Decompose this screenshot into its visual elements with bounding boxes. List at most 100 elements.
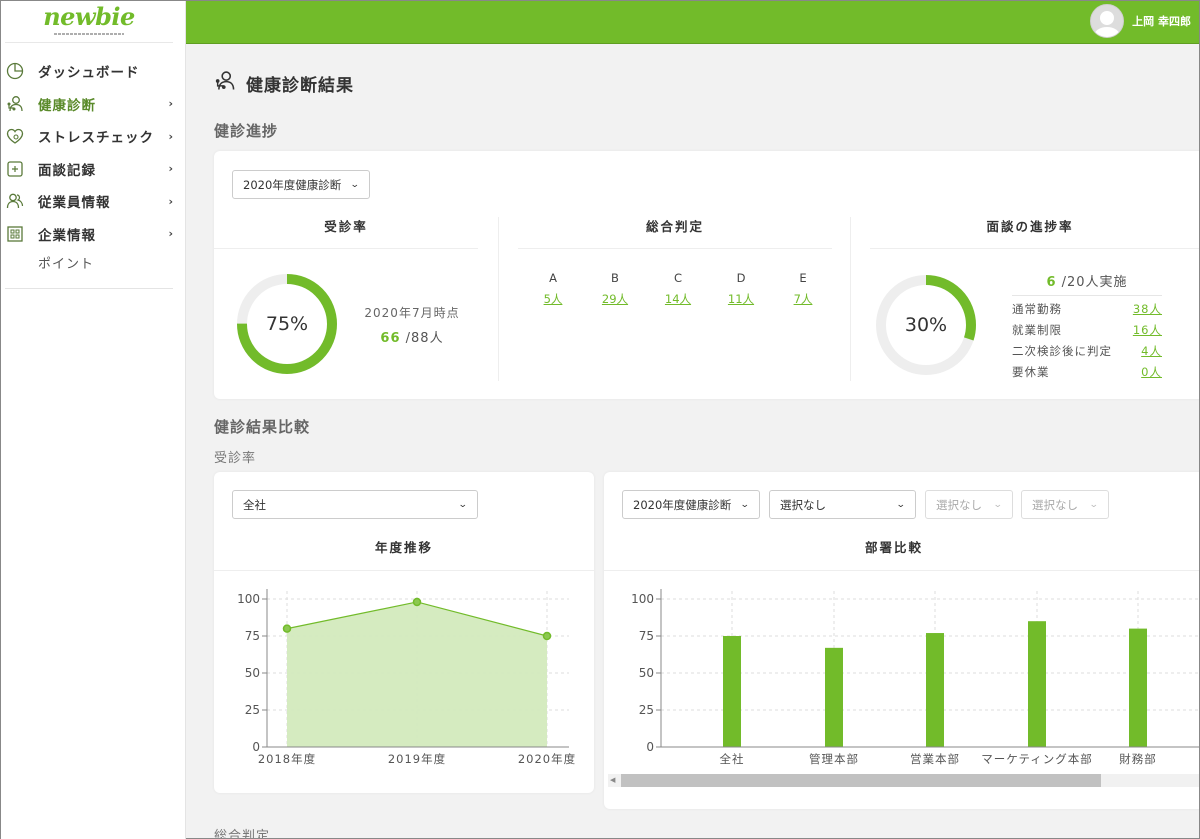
department-select-2[interactable]: 選択なし ⌄ bbox=[925, 490, 1013, 519]
sidebar-divider bbox=[5, 288, 173, 289]
grade-item-b: B 29人 bbox=[601, 271, 629, 306]
section-heading-progress: 健診進捗 bbox=[214, 122, 279, 140]
data-point bbox=[282, 624, 292, 633]
sidebar-subitem-points[interactable]: ポイント bbox=[1, 250, 185, 274]
interview-progress-title: 面談の進捗率 bbox=[986, 219, 1074, 234]
chevron-right-icon: › bbox=[168, 162, 173, 176]
department-select-3[interactable]: 選択なし ⌄ bbox=[1021, 490, 1109, 519]
sidebar-item-interview-records[interactable]: 面談記録 › bbox=[1, 153, 185, 186]
divider bbox=[214, 570, 594, 571]
grade-count-link[interactable]: 5人 bbox=[544, 292, 563, 306]
column-separator bbox=[498, 217, 499, 381]
exam-year-select[interactable]: 2020年度健康診断 ⌄ bbox=[232, 170, 370, 199]
y-tick-label: 25 bbox=[245, 703, 260, 717]
divider bbox=[870, 248, 1199, 249]
bar bbox=[926, 633, 944, 747]
y-tick-label: 50 bbox=[639, 666, 654, 680]
x-tick-label: マーケティング本部 bbox=[981, 752, 1093, 766]
user-menu[interactable]: 上岡 幸四郎 bbox=[1090, 4, 1191, 38]
scroll-left-icon[interactable]: ◀ bbox=[610, 776, 615, 784]
yearly-trend-chart: 02550751002018年度 2019年度 2020年度 bbox=[237, 589, 576, 766]
users-icon bbox=[6, 192, 24, 210]
divider bbox=[604, 570, 1199, 571]
avatar bbox=[1090, 4, 1125, 38]
interview-breakdown: 通常勤務 38人 就業制限 16人 二次検診後に判定 4人 要休業 0人 bbox=[1012, 296, 1162, 386]
department-select-1[interactable]: 選択なし ⌄ bbox=[769, 490, 916, 519]
select-value: 選択なし bbox=[780, 497, 826, 512]
grade-count-link[interactable]: 11人 bbox=[728, 292, 754, 306]
section-heading-comparison: 健診結果比較 bbox=[214, 418, 311, 436]
pie-chart-icon bbox=[6, 62, 24, 80]
exam-year-select[interactable]: 2020年度健康診断 ⌄ bbox=[622, 490, 760, 519]
breakdown-row: 二次検診後に判定 4人 bbox=[1012, 343, 1162, 359]
sidebar-item-health-checkup[interactable]: 健康診断 › bbox=[1, 88, 185, 121]
sidebar-item-label: ダッシュボード bbox=[38, 65, 140, 82]
department-comparison-card: 2020年度健康診断 ⌄ 選択なし ⌄ 選択なし ⌄ 選択なし ⌄ 部署比較 0… bbox=[604, 472, 1199, 809]
page-title: 健康診断結果 bbox=[214, 70, 354, 96]
y-tick-label: 50 bbox=[245, 666, 260, 680]
comparison-subheading: 受診率 bbox=[214, 451, 257, 466]
grade-count-link[interactable]: 14人 bbox=[665, 292, 691, 306]
select-value: 2020年度健康診断 bbox=[243, 177, 342, 192]
main-content: 健康診断結果 健診進捗 2020年度健康診断 ⌄ 受診率 75% 2020年7月… bbox=[186, 44, 1199, 838]
breakdown-count-link[interactable]: 4人 bbox=[1141, 343, 1162, 359]
interview-progress-percent: 30% bbox=[904, 314, 948, 336]
grade-count-link[interactable]: 29人 bbox=[602, 292, 628, 306]
grade-item-d: D 11人 bbox=[727, 271, 755, 306]
logo-text: newbie bbox=[43, 2, 135, 31]
sidebar-nav: ダッシュボード 健康診断 › ストレスチェック › 面談記録 › 従業員情報 ›… bbox=[1, 55, 185, 274]
sidebar-item-stress-check[interactable]: ストレスチェック › bbox=[1, 120, 185, 153]
logo-tagline bbox=[54, 33, 124, 35]
sidebar-item-employee-info[interactable]: 従業員情報 › bbox=[1, 185, 185, 218]
chevron-right-icon: › bbox=[168, 97, 173, 111]
sidebar-item-label: ストレスチェック bbox=[38, 130, 154, 147]
select-value: 選択なし bbox=[1032, 497, 1078, 512]
exam-rate-summary: 2020年7月時点 66 /88人 bbox=[360, 304, 464, 346]
sidebar-item-dashboard[interactable]: ダッシュボード bbox=[1, 55, 185, 88]
divider bbox=[214, 248, 478, 249]
section-heading-overall-judgment: 総合判定 bbox=[214, 829, 271, 838]
x-tick-label: 財務部 bbox=[1119, 752, 1157, 766]
grade-count-link[interactable]: 7人 bbox=[794, 292, 813, 306]
breakdown-row: 要休業 0人 bbox=[1012, 364, 1162, 380]
health-checkup-icon bbox=[214, 70, 236, 96]
department-select[interactable]: 全社 ⌄ bbox=[232, 490, 478, 519]
sidebar-item-label: 企業情報 bbox=[38, 227, 96, 244]
logo[interactable]: newbie bbox=[5, 1, 173, 43]
breakdown-count-link[interactable]: 0人 bbox=[1141, 364, 1162, 380]
chevron-down-icon: ⌄ bbox=[1089, 499, 1100, 510]
x-tick-label: 管理本部 bbox=[809, 752, 859, 766]
sidebar-item-company-info[interactable]: 企業情報 › bbox=[1, 218, 185, 251]
chart-horizontal-scrollbar[interactable]: ◀ bbox=[608, 774, 1199, 787]
chevron-down-icon: ⌄ bbox=[896, 499, 907, 510]
x-tick-label: 2018年度 bbox=[258, 752, 316, 766]
breakdown-row: 通常勤務 38人 bbox=[1012, 301, 1162, 317]
bar bbox=[723, 636, 741, 747]
grade-item-c: C 14人 bbox=[664, 271, 692, 306]
sidebar-item-label: 従業員情報 bbox=[38, 195, 111, 212]
select-value: 2020年度健康診断 bbox=[633, 497, 732, 512]
breakdown-count-link[interactable]: 16人 bbox=[1133, 322, 1162, 338]
page-title-text: 健康診断結果 bbox=[246, 75, 354, 96]
breakdown-count-link[interactable]: 38人 bbox=[1133, 301, 1162, 317]
yearly-trend-title: 年度推移 bbox=[374, 540, 433, 555]
bar bbox=[825, 647, 843, 747]
exam-total-count: /88人 bbox=[405, 331, 444, 346]
interview-total-count: /20人実施 bbox=[1061, 275, 1128, 290]
column-separator bbox=[850, 217, 851, 381]
y-tick-label: 0 bbox=[646, 740, 654, 754]
chevron-right-icon: › bbox=[168, 194, 173, 208]
data-point bbox=[412, 597, 422, 607]
grade-item-e: E 7人 bbox=[793, 271, 813, 306]
sidebar: newbie ダッシュボード 健康診断 › ストレスチェック › 面談記録 › … bbox=[1, 1, 186, 839]
data-point bbox=[542, 631, 552, 641]
scrollbar-thumb[interactable] bbox=[621, 774, 1101, 787]
x-tick-label: 営業本部 bbox=[910, 752, 960, 766]
divider bbox=[518, 248, 832, 249]
chevron-down-icon: ⌄ bbox=[458, 499, 469, 510]
y-tick-label: 100 bbox=[237, 592, 260, 606]
x-tick-label: 2020年度 bbox=[518, 752, 576, 766]
building-icon bbox=[6, 225, 24, 243]
select-value: 全社 bbox=[243, 497, 266, 512]
top-bar: 上岡 幸四郎 bbox=[186, 1, 1199, 44]
